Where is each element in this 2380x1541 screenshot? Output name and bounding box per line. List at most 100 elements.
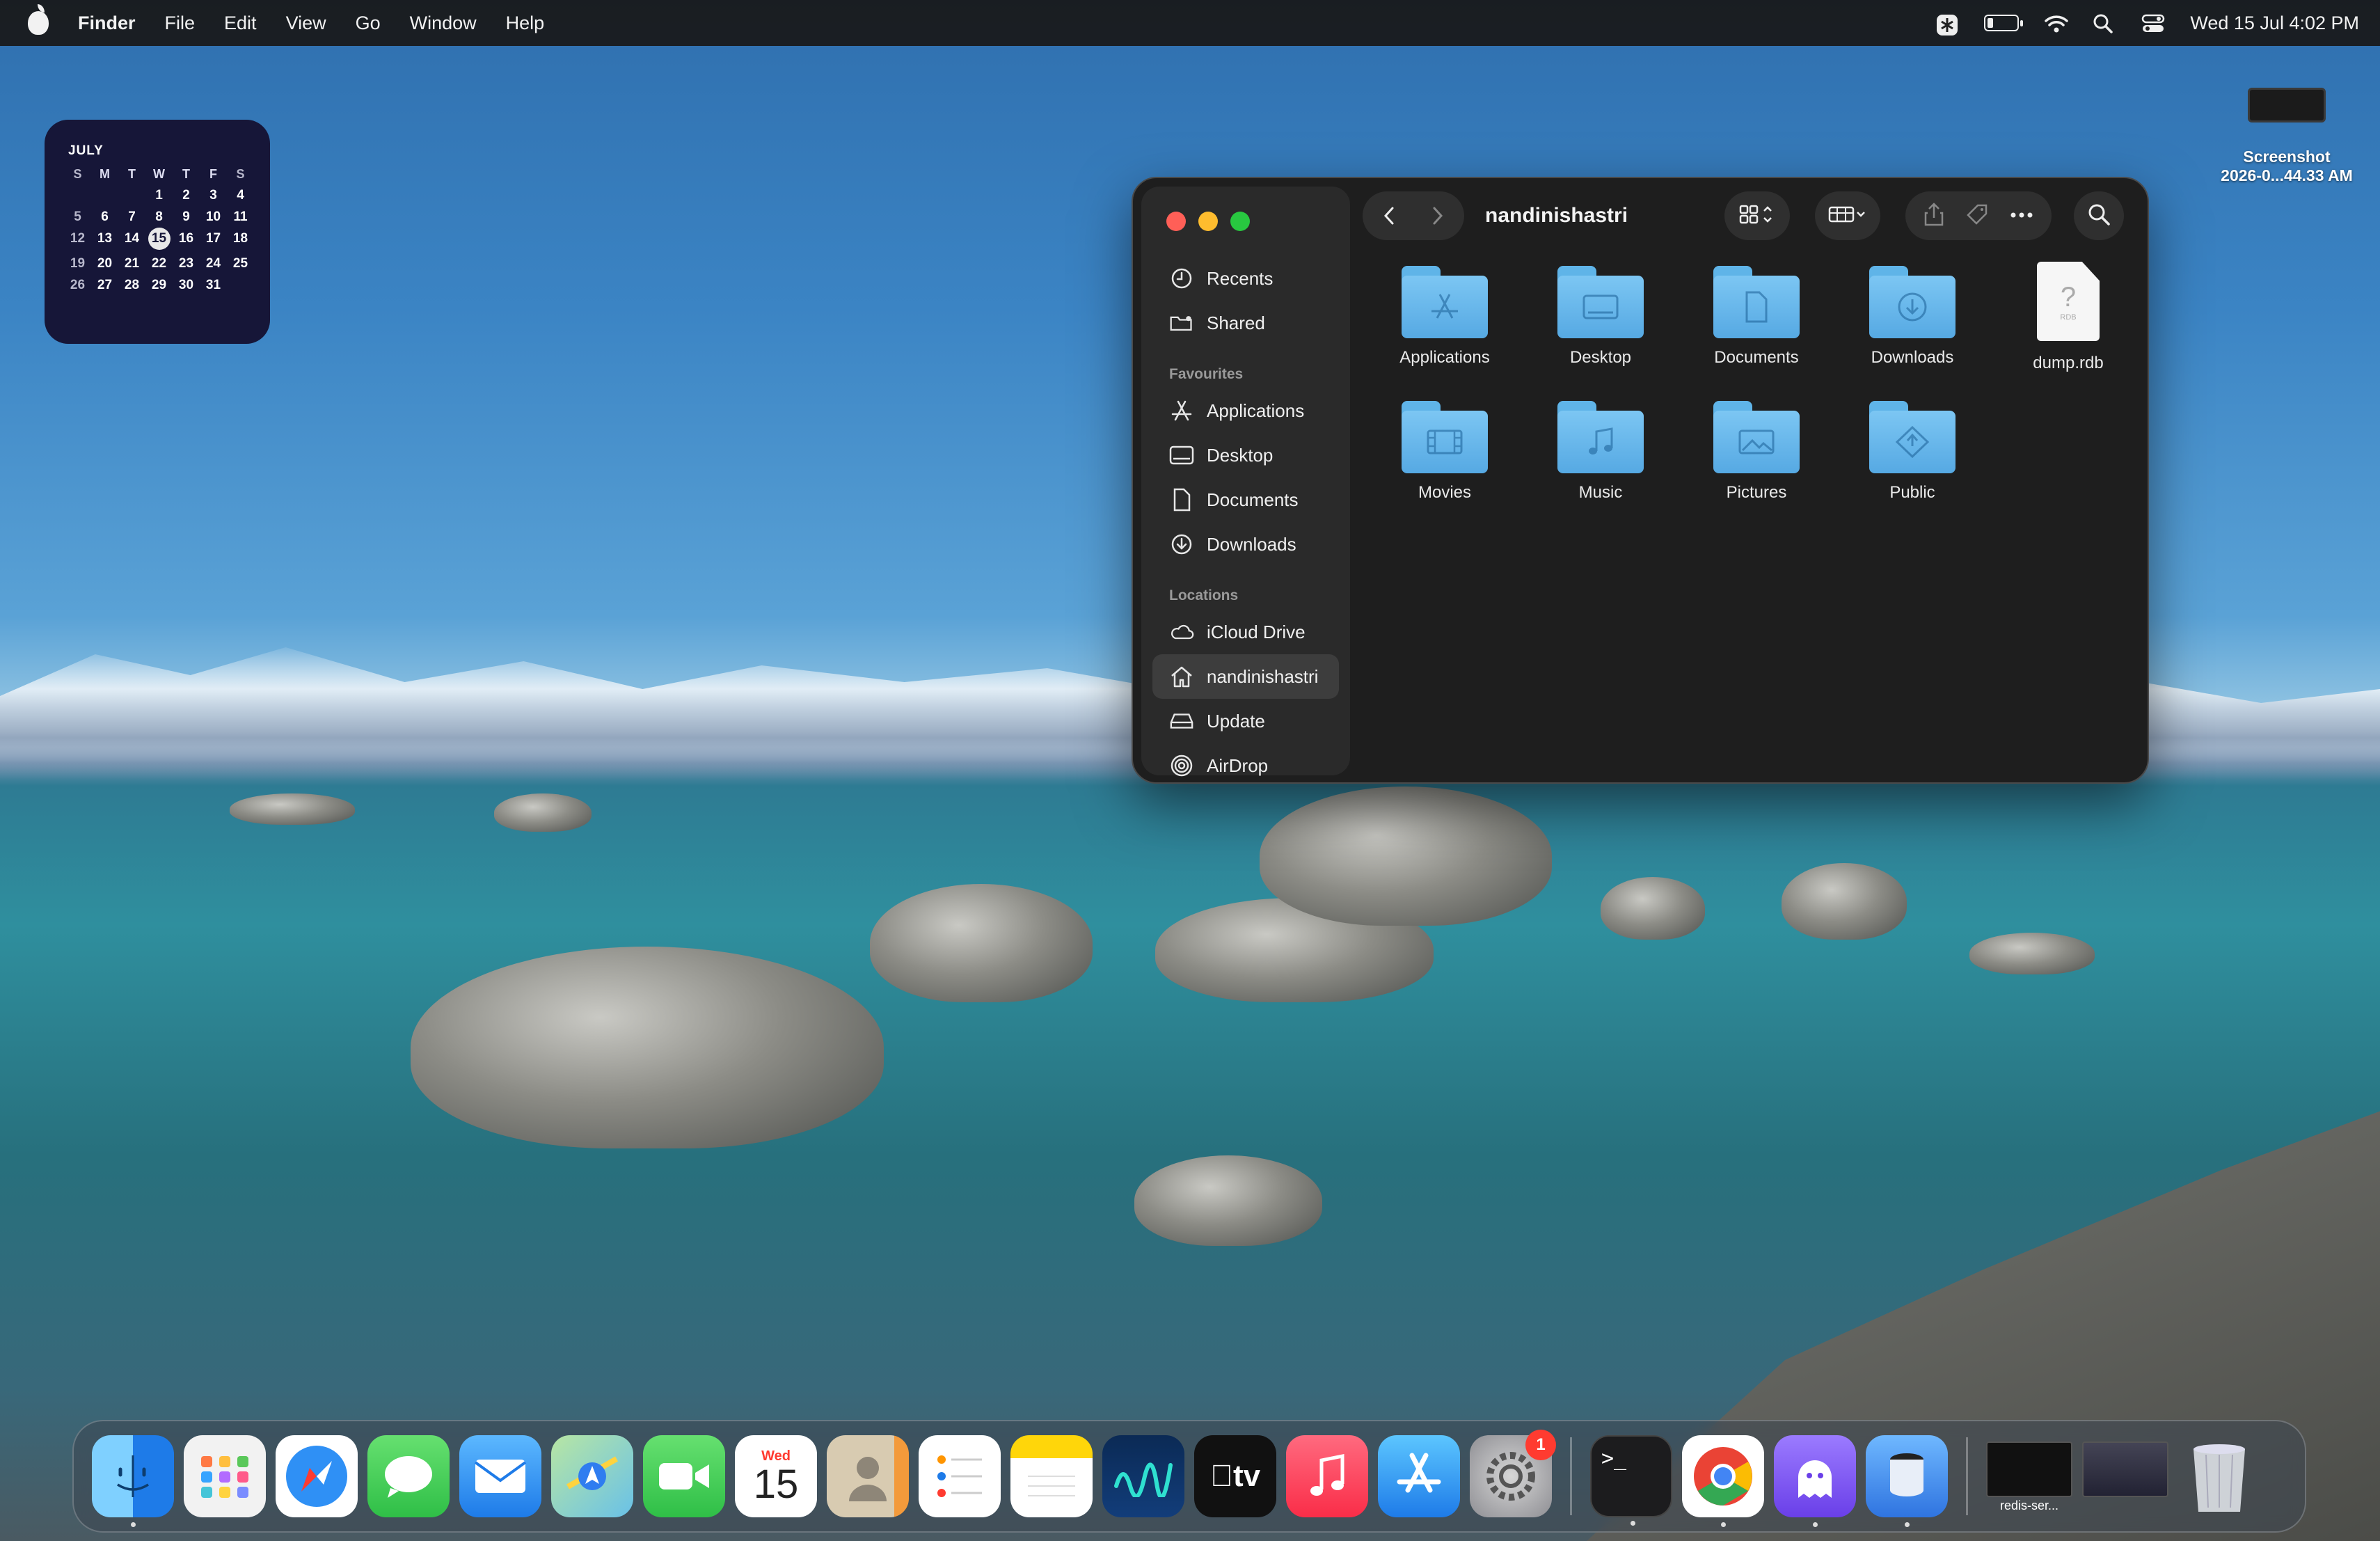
dock-calendar[interactable]: Wed 15 (735, 1435, 817, 1517)
dock-notes[interactable] (1010, 1435, 1093, 1517)
sidebar-item-downloads[interactable]: Downloads (1152, 522, 1339, 567)
dock-db-app[interactable] (1866, 1435, 1948, 1527)
folder-applications[interactable]: Applications (1367, 266, 1523, 373)
rock (1134, 1155, 1322, 1246)
close-button[interactable] (1166, 212, 1186, 231)
dock-reminders[interactable] (919, 1435, 1001, 1517)
sidebar-section-favourites: Favourites (1169, 366, 1244, 382)
menu-help[interactable]: Help (506, 13, 545, 34)
calendar-widget[interactable]: JULY S M T W T F S 1 2 3 4 5 6 7 8 9 10 … (45, 120, 270, 344)
folder-public[interactable]: Public (1834, 401, 1990, 503)
clock-icon (1169, 266, 1194, 291)
dock-tv[interactable]: tv (1194, 1435, 1276, 1517)
sidebar-item-desktop[interactable]: Desktop (1152, 433, 1339, 477)
dock-finder[interactable] (92, 1435, 174, 1527)
spotlight-search-icon[interactable] (2093, 13, 2116, 33)
sidebar-item-label: Update (1207, 710, 1265, 732)
folder-documents[interactable]: Documents (1679, 266, 1834, 373)
sidebar-section-locations: Locations (1169, 587, 1239, 603)
forward-button[interactable] (1418, 196, 1457, 235)
dock-contacts[interactable] (827, 1435, 909, 1517)
tv-label: tv (1210, 1459, 1260, 1493)
dock-app-store[interactable] (1378, 1435, 1460, 1517)
perplexity-icon[interactable] (1935, 13, 1959, 35)
minimize-button[interactable] (1198, 212, 1218, 231)
dock-trash[interactable] (2178, 1435, 2260, 1517)
more-icon[interactable] (2010, 210, 2033, 222)
calendar-icon-date: 15 (753, 1461, 799, 1507)
calendar-day: 23 (178, 256, 194, 271)
dock-terminal[interactable]: >_ (1590, 1435, 1672, 1526)
menu-edit[interactable]: Edit (224, 13, 257, 34)
dock: Wed 15 tv 1 >_ r (72, 1420, 2306, 1533)
search-button[interactable] (2074, 191, 2124, 240)
folder-icon (1713, 401, 1800, 473)
wifi-icon[interactable] (2044, 13, 2069, 33)
desktop-screenshot-file[interactable]: Screenshot 2026-0...44.33 AM (2206, 84, 2367, 185)
battery-icon[interactable] (1984, 15, 2024, 31)
item-label: Desktop (1569, 348, 1632, 367)
dock-music[interactable] (1286, 1435, 1368, 1517)
menu-file[interactable]: File (165, 13, 196, 34)
sidebar-item-update[interactable]: Update (1152, 699, 1339, 743)
finder-toolbar: nandinishastri (1363, 188, 2138, 244)
view-mode-button[interactable] (1724, 191, 1790, 240)
dock-chrome[interactable] (1682, 1435, 1764, 1527)
dock-system-settings[interactable]: 1 (1470, 1430, 1556, 1517)
sidebar-item-documents[interactable]: Documents (1152, 477, 1339, 522)
dock-minimized-window[interactable]: redis-ser... (1986, 1441, 2072, 1512)
folder-desktop[interactable]: Desktop (1523, 266, 1679, 373)
control-center-icon[interactable] (2141, 13, 2165, 33)
apple-menu-icon[interactable] (28, 4, 49, 35)
dock-messages[interactable] (367, 1435, 450, 1517)
zoom-button[interactable] (1230, 212, 1250, 231)
sidebar-item-recents[interactable]: Recents (1152, 256, 1339, 301)
applications-icon (1169, 398, 1194, 423)
download-icon (1169, 532, 1194, 557)
dock-maps[interactable] (551, 1435, 633, 1517)
share-icon[interactable] (1923, 202, 1944, 230)
weekday-label: T (128, 167, 136, 181)
launchpad-grid-icon (201, 1456, 248, 1498)
folder-movies[interactable]: Movies (1367, 401, 1523, 503)
search-icon (2087, 203, 2111, 230)
sidebar-item-airdrop[interactable]: AirDrop (1152, 743, 1339, 782)
sidebar-item-shared[interactable]: Shared (1152, 301, 1339, 345)
sidebar-item-label: Recents (1207, 267, 1274, 289)
menu-clock[interactable]: Wed 15 Jul 4:02 PM (2190, 13, 2359, 34)
dock-freeform[interactable] (1102, 1435, 1184, 1517)
folder-icon (1713, 266, 1800, 338)
dock-ghost-app[interactable] (1774, 1435, 1856, 1527)
calendar-day: 31 (205, 278, 221, 292)
window-thumbnail (1986, 1441, 2072, 1497)
rock (1782, 863, 1907, 940)
finder-content: Applications Desktop Documents Downloads… (1363, 255, 2148, 782)
calendar-day: 14 (124, 231, 140, 246)
calendar-day: 21 (124, 256, 140, 271)
dock-launchpad[interactable] (184, 1435, 266, 1517)
document-icon (1169, 487, 1194, 512)
weekday-label: W (153, 167, 165, 181)
folder-music[interactable]: Music (1523, 401, 1679, 503)
dock-safari[interactable] (276, 1435, 358, 1517)
menu-view[interactable]: View (286, 13, 326, 34)
file-dump-rdb[interactable]: ? RDB dump.rdb (1990, 262, 2146, 373)
calendar-grid: S M T W T F S 1 2 3 4 5 6 7 8 9 10 11 12… (64, 167, 251, 293)
back-button[interactable] (1370, 196, 1409, 235)
calendar-day: 2 (182, 188, 190, 203)
folder-pictures[interactable]: Pictures (1679, 401, 1834, 503)
folder-downloads[interactable]: Downloads (1834, 266, 1990, 373)
sidebar-item-applications[interactable]: Applications (1152, 388, 1339, 433)
group-by-button[interactable] (1815, 191, 1880, 240)
dock-facetime[interactable] (643, 1435, 725, 1517)
tag-icon[interactable] (1965, 203, 1989, 230)
sidebar-item-icloud-drive[interactable]: iCloud Drive (1152, 610, 1339, 654)
menu-window[interactable]: Window (410, 13, 477, 34)
folder-icon (1557, 401, 1644, 473)
sidebar-item-home[interactable]: nandinishastri (1152, 654, 1339, 699)
dock-minimized-window[interactable] (2082, 1441, 2168, 1511)
menu-go[interactable]: Go (356, 13, 381, 34)
app-menu[interactable]: Finder (78, 13, 136, 34)
folder-icon (1402, 401, 1488, 473)
dock-mail[interactable] (459, 1435, 541, 1517)
